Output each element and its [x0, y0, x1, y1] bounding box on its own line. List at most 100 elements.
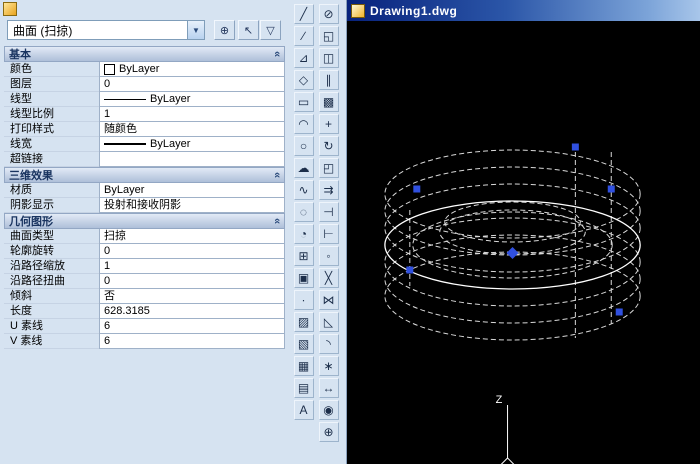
property-value[interactable]: 1: [99, 107, 285, 122]
grip-point[interactable]: [413, 186, 420, 193]
property-row: 打印样式随颜色: [4, 122, 285, 137]
join-button[interactable]: ⋈: [319, 290, 339, 310]
polyline-button[interactable]: ⊿: [294, 48, 314, 68]
ellipse-arc-button[interactable]: ◔: [294, 224, 314, 244]
property-value[interactable]: 投射和接收阴影: [99, 198, 285, 213]
collapse-chevron-icon[interactable]: «: [271, 172, 283, 178]
drawing-window-titlebar[interactable]: Drawing1.dwg: [347, 0, 700, 21]
zoom-button[interactable]: ◉: [319, 400, 339, 420]
property-value-text: 否: [104, 290, 115, 303]
property-value-text: 6: [104, 320, 110, 333]
select-objects-button[interactable]: ↖: [238, 20, 259, 40]
erase-button[interactable]: ⊘: [319, 4, 339, 24]
section-header[interactable]: 基本«: [4, 46, 285, 62]
property-label: 阴影显示: [4, 198, 99, 213]
table-button[interactable]: ▤: [294, 378, 314, 398]
property-value[interactable]: 随颜色: [99, 122, 285, 137]
arc-button[interactable]: ◠: [294, 114, 314, 134]
property-label: 线宽: [4, 137, 99, 152]
property-value[interactable]: ByLayer: [99, 92, 285, 107]
drawing-window-title: Drawing1.dwg: [370, 4, 457, 18]
object-type-select[interactable]: 曲面 (扫掠) ▼: [7, 20, 205, 40]
array-button[interactable]: ▩: [319, 92, 339, 112]
linetype-sample: [104, 99, 146, 100]
grip-point[interactable]: [406, 267, 413, 274]
toggle-pickadd-button[interactable]: ⊕: [214, 20, 235, 40]
chamfer-button[interactable]: ◺: [319, 312, 339, 332]
palette-grip-icon[interactable]: [3, 2, 17, 16]
property-label: 沿路径扭曲: [4, 274, 99, 289]
property-value[interactable]: [99, 152, 285, 167]
property-value[interactable]: 0: [99, 274, 285, 289]
extend-button[interactable]: ⊢: [319, 224, 339, 244]
property-value[interactable]: 0: [99, 244, 285, 259]
grip-point[interactable]: [616, 309, 623, 316]
torus-ring: [385, 252, 640, 340]
model-space-canvas[interactable]: Z: [347, 21, 700, 464]
property-label: 轮廓旋转: [4, 244, 99, 259]
fillet-button[interactable]: ◝: [319, 334, 339, 354]
grip-point[interactable]: [608, 186, 615, 193]
circle-button[interactable]: ○: [294, 136, 314, 156]
property-row: V 素线6: [4, 334, 285, 349]
property-value[interactable]: 0: [99, 77, 285, 92]
rectangle-button[interactable]: ▭: [294, 92, 314, 112]
spline-button[interactable]: ∿: [294, 180, 314, 200]
property-value[interactable]: 6: [99, 334, 285, 349]
rotate-button[interactable]: ↻: [319, 136, 339, 156]
property-row: 线型ByLayer: [4, 92, 285, 107]
center-grip-diamond[interactable]: [507, 247, 519, 259]
quick-select-button[interactable]: ▽: [260, 20, 281, 40]
property-value[interactable]: ByLayer: [99, 183, 285, 198]
point-button[interactable]: ∙: [294, 290, 314, 310]
property-label: 沿路径缩放: [4, 259, 99, 274]
trim-button[interactable]: ⊣: [319, 202, 339, 222]
break-at-point-button[interactable]: ◦: [319, 246, 339, 266]
property-value[interactable]: ByLayer: [99, 137, 285, 152]
object-type-value: 曲面 (扫掠): [8, 22, 187, 39]
chevron-down-icon[interactable]: ▼: [187, 21, 204, 39]
move-button[interactable]: +: [319, 114, 339, 134]
section-header[interactable]: 三维效果«: [4, 167, 285, 183]
hatch-button[interactable]: ▨: [294, 312, 314, 332]
region-button[interactable]: ▦: [294, 356, 314, 376]
line-button[interactable]: ╱: [294, 4, 314, 24]
section-header[interactable]: 几何图形«: [4, 213, 285, 229]
property-value-text: ByLayer: [150, 138, 190, 151]
drawing-window: Drawing1.dwg: [346, 0, 700, 464]
property-value-text: ByLayer: [104, 184, 144, 197]
property-label: 图层: [4, 77, 99, 92]
torus-ring: [385, 218, 640, 306]
break-button[interactable]: ╳: [319, 268, 339, 288]
property-row: 轮廓旋转0: [4, 244, 285, 259]
stretch-button[interactable]: ⇉: [319, 180, 339, 200]
collapse-chevron-icon[interactable]: «: [271, 51, 283, 57]
scale-button[interactable]: ◰: [319, 158, 339, 178]
property-value-text: 628.3185: [104, 305, 150, 318]
pan-button[interactable]: ↔: [319, 378, 339, 398]
property-value[interactable]: 628.3185: [99, 304, 285, 319]
collapse-chevron-icon[interactable]: «: [271, 218, 283, 224]
property-value[interactable]: 扫掠: [99, 229, 285, 244]
revision-cloud-button[interactable]: ☁: [294, 158, 314, 178]
construction-line-button[interactable]: ∕: [294, 26, 314, 46]
explode-button[interactable]: ∗: [319, 356, 339, 376]
grip-point[interactable]: [572, 144, 579, 151]
property-value[interactable]: 否: [99, 289, 285, 304]
copy-button[interactable]: ◱: [319, 26, 339, 46]
orbit-button[interactable]: ⊕: [319, 422, 339, 442]
ellipse-button[interactable]: ◌: [294, 202, 314, 222]
gradient-button[interactable]: ▧: [294, 334, 314, 354]
property-value[interactable]: 1: [99, 259, 285, 274]
property-value-text: 扫掠: [104, 230, 126, 243]
make-block-button[interactable]: ▣: [294, 268, 314, 288]
property-value[interactable]: ByLayer: [99, 62, 285, 77]
property-value[interactable]: 6: [99, 319, 285, 334]
polygon-button[interactable]: ◇: [294, 70, 314, 90]
offset-button[interactable]: ∥: [319, 70, 339, 90]
property-label: 超链接: [4, 152, 99, 167]
mirror-button[interactable]: ◫: [319, 48, 339, 68]
multiline-text-button[interactable]: A: [294, 400, 314, 420]
insert-block-button[interactable]: ⊞: [294, 246, 314, 266]
property-label: 曲面类型: [4, 229, 99, 244]
